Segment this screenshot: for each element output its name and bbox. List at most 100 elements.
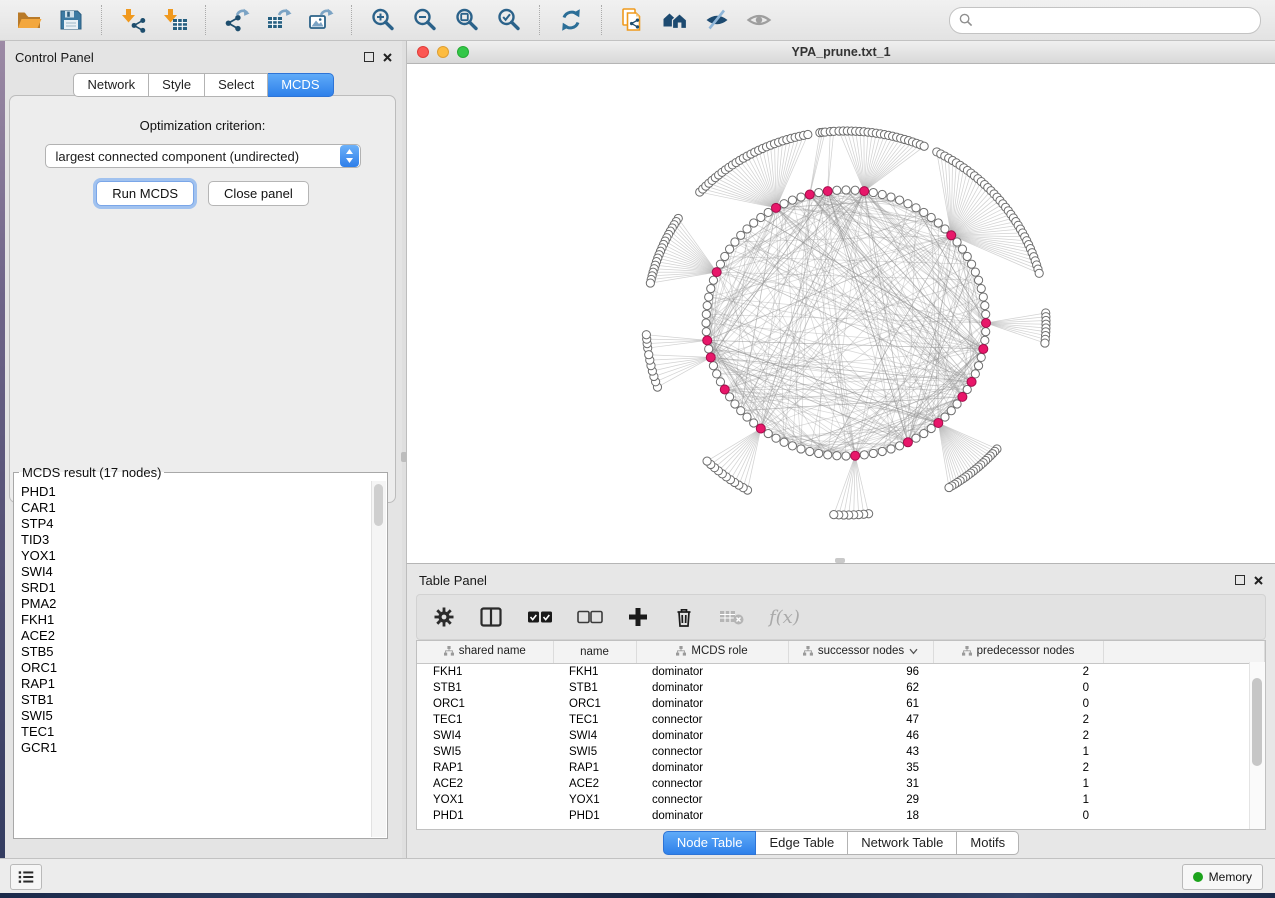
mcds-result-item[interactable]: TID3 (21, 532, 370, 548)
dominator-node[interactable] (958, 392, 967, 401)
network-node[interactable] (725, 245, 733, 253)
network-node[interactable] (967, 260, 975, 268)
tab-edge-table[interactable]: Edge Table (756, 831, 848, 855)
mcds-result-item[interactable]: GCR1 (21, 740, 370, 756)
mcds-result-item[interactable]: STB1 (21, 692, 370, 708)
maximize-window-icon[interactable] (457, 46, 469, 58)
table-row[interactable]: ORC1ORC1dominator610 (417, 696, 1265, 712)
network-node[interactable] (780, 438, 788, 446)
table-scrollbar[interactable] (1249, 662, 1265, 829)
dominator-node[interactable] (756, 424, 765, 433)
new-network-from-selection-button[interactable] (614, 3, 652, 37)
table-settings-button[interactable] (433, 606, 455, 628)
search-input[interactable] (979, 12, 1251, 29)
network-node[interactable] (716, 378, 724, 386)
network-node[interactable] (764, 429, 772, 437)
network-node[interactable] (788, 196, 796, 204)
table-scrollbar-thumb[interactable] (1252, 678, 1262, 766)
table-row[interactable]: TEC1TEC1connector472 (417, 712, 1265, 728)
dominator-node[interactable] (851, 451, 860, 460)
table-row[interactable]: PHD1PHD1dominator180 (417, 808, 1265, 824)
network-node[interactable] (815, 188, 823, 196)
network-node[interactable] (842, 186, 850, 194)
column-header-MCDS-role[interactable]: MCDS role (636, 641, 788, 664)
mcds-result-item[interactable]: ORC1 (21, 660, 370, 676)
network-node[interactable] (904, 200, 912, 208)
network-node[interactable] (869, 449, 877, 457)
mcds-result-item[interactable]: FKH1 (21, 612, 370, 628)
close-panel-button[interactable]: Close panel (208, 181, 309, 206)
zoom-in-button[interactable] (364, 3, 402, 37)
network-node[interactable] (743, 225, 751, 233)
dominator-node[interactable] (903, 438, 912, 447)
search-box[interactable] (949, 7, 1261, 34)
table-row[interactable]: RAP1RAP1dominator352 (417, 760, 1265, 776)
satellite-node[interactable] (1041, 339, 1049, 347)
dominator-node[interactable] (967, 377, 976, 386)
network-node[interactable] (842, 452, 850, 460)
network-node[interactable] (887, 445, 895, 453)
network-node[interactable] (702, 310, 710, 318)
float-window-icon[interactable] (1235, 575, 1245, 585)
network-node[interactable] (982, 328, 990, 336)
mcds-scrollbar[interactable] (371, 481, 386, 837)
export-table-button[interactable] (260, 3, 298, 37)
mcds-result-item[interactable]: ACE2 (21, 628, 370, 644)
delete-column-button[interactable] (673, 606, 695, 628)
tab-mcds[interactable]: MCDS (268, 73, 333, 97)
table-row[interactable]: YOX1YOX1connector291 (417, 792, 1265, 808)
network-node[interactable] (895, 442, 903, 450)
mcds-result-item[interactable]: SWI4 (21, 564, 370, 580)
show-panels-button[interactable] (740, 3, 778, 37)
dominator-node[interactable] (979, 344, 988, 353)
network-node[interactable] (705, 345, 713, 353)
run-mcds-button[interactable]: Run MCDS (96, 181, 194, 206)
float-window-icon[interactable] (364, 52, 374, 62)
deselect-all-button[interactable] (577, 610, 603, 624)
criterion-select[interactable]: largest connected component (undirected) (45, 144, 361, 168)
table-row[interactable]: FKH1FKH1dominator962 (417, 664, 1265, 681)
dominator-node[interactable] (772, 203, 781, 212)
tab-select[interactable]: Select (205, 73, 268, 97)
network-node[interactable] (731, 238, 739, 246)
dominator-node[interactable] (720, 385, 729, 394)
network-node[interactable] (947, 407, 955, 415)
zoom-selected-button[interactable] (490, 3, 528, 37)
network-node[interactable] (709, 362, 717, 370)
network-node[interactable] (703, 302, 711, 310)
network-node[interactable] (860, 451, 868, 459)
satellite-node[interactable] (830, 511, 838, 519)
network-node[interactable] (934, 219, 942, 227)
task-history-button[interactable] (10, 864, 42, 890)
network-node[interactable] (797, 445, 805, 453)
network-node[interactable] (979, 293, 987, 301)
network-node[interactable] (971, 268, 979, 276)
table-row[interactable]: SWI4SWI4dominator462 (417, 728, 1265, 744)
network-node[interactable] (757, 213, 765, 221)
network-node[interactable] (737, 231, 745, 239)
network-node[interactable] (977, 353, 985, 361)
satellite-node[interactable] (642, 331, 650, 339)
mcds-result-item[interactable]: PMA2 (21, 596, 370, 612)
export-network-button[interactable] (218, 3, 256, 37)
dominator-node[interactable] (703, 336, 712, 345)
network-node[interactable] (974, 362, 982, 370)
tab-network[interactable]: Network (73, 73, 149, 97)
network-node[interactable] (869, 188, 877, 196)
network-node[interactable] (797, 193, 805, 201)
network-node[interactable] (963, 252, 971, 260)
table-row[interactable]: SWI5SWI5connector431 (417, 744, 1265, 760)
dominator-node[interactable] (860, 187, 869, 196)
dominator-node[interactable] (712, 268, 721, 277)
zoom-out-button[interactable] (406, 3, 444, 37)
column-header-shared-name[interactable]: shared name (417, 641, 553, 664)
mcds-scrollbar-thumb[interactable] (374, 484, 383, 526)
mcds-result-item[interactable]: YOX1 (21, 548, 370, 564)
column-header-successor-nodes[interactable]: successor nodes (788, 641, 933, 664)
mcds-result-item[interactable]: STB5 (21, 644, 370, 660)
dominator-node[interactable] (982, 319, 991, 328)
network-node[interactable] (707, 284, 715, 292)
mcds-result-item[interactable]: SWI5 (21, 708, 370, 724)
network-node[interactable] (912, 204, 920, 212)
network-node[interactable] (772, 434, 780, 442)
